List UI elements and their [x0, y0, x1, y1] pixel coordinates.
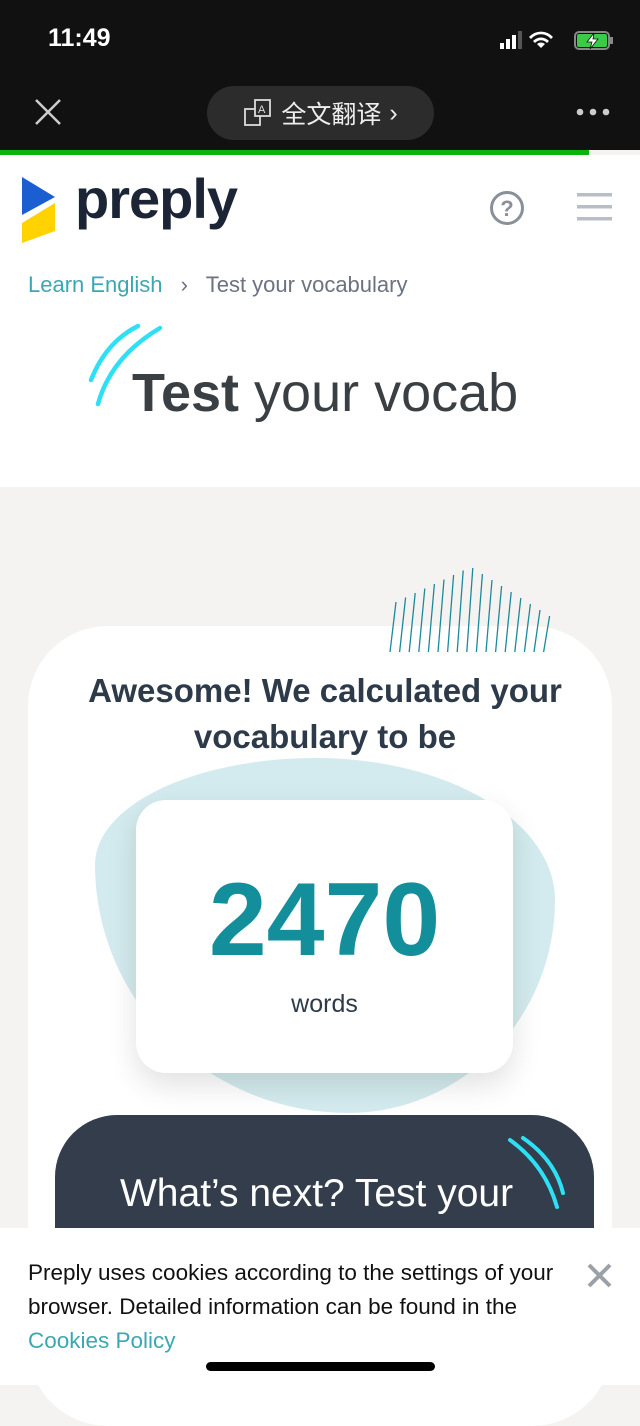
breadcrumb-separator: ›: [180, 272, 188, 297]
chevron-right-icon: ›: [389, 98, 398, 127]
next-heading: What’s next? Test your: [120, 1172, 514, 1215]
clock: 11:49: [48, 24, 111, 52]
cookies-policy-link[interactable]: Cookies Policy: [28, 1328, 176, 1353]
result-heading: Awesome! We calculated your vocabulary t…: [88, 672, 562, 755]
vocabulary-score: 2470: [208, 862, 441, 978]
close-cookie-icon[interactable]: [587, 1263, 612, 1288]
score-unit: words: [291, 990, 358, 1018]
breadcrumb-learn-english[interactable]: Learn English: [28, 272, 163, 297]
breadcrumb: Learn English › Test your vocabulary: [28, 272, 407, 298]
menu-icon[interactable]: [577, 192, 612, 222]
page-title: Test your vocab: [132, 362, 518, 424]
home-indicator: [206, 1362, 435, 1371]
stripes-decoration-icon: [389, 567, 551, 653]
title-bold: Test: [132, 363, 240, 423]
preply-logo-icon[interactable]: [20, 175, 58, 245]
battery-icon: [574, 31, 613, 50]
translate-icon: A: [244, 99, 272, 126]
cookie-message: Preply uses cookies according to the set…: [28, 1260, 554, 1319]
breadcrumb-current: Test your vocabulary: [205, 272, 408, 297]
help-icon[interactable]: ?: [489, 190, 525, 226]
translate-button[interactable]: A 全文翻译 ›: [207, 86, 434, 140]
title-rest: your vocab: [239, 363, 519, 423]
preply-logo[interactable]: preply: [75, 166, 238, 231]
svg-text:A: A: [258, 104, 266, 116]
wifi-icon: [529, 31, 553, 48]
close-icon[interactable]: [34, 98, 62, 126]
more-icon[interactable]: [576, 108, 610, 116]
swoosh-decoration-icon: [508, 1136, 565, 1209]
svg-text:?: ?: [500, 196, 513, 221]
translate-label: 全文翻译: [281, 101, 382, 129]
status-icons: [500, 31, 613, 50]
score-box: 2470 words: [136, 800, 513, 1073]
cookie-text: Preply uses cookies according to the set…: [28, 1256, 568, 1358]
signal-icon: [500, 31, 522, 49]
